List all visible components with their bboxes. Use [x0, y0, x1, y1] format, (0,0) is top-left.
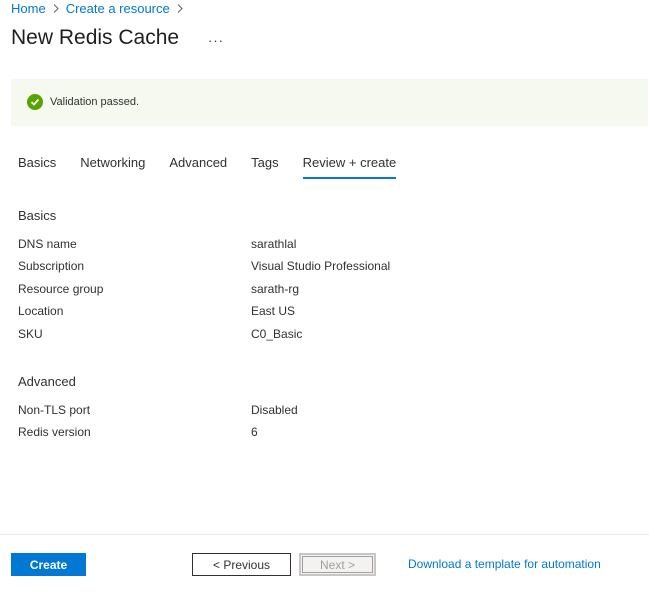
validation-message: Validation passed.	[50, 96, 140, 108]
validation-banner: Validation passed.	[11, 79, 648, 126]
field-value-redis-version: 6	[251, 425, 258, 439]
tab-bar: Basics Networking Advanced Tags Review +…	[18, 155, 420, 179]
footer-divider	[0, 534, 649, 535]
breadcrumb-create-resource[interactable]: Create a resource	[66, 1, 170, 16]
chevron-right-icon	[177, 2, 183, 16]
tab-review-create[interactable]: Review + create	[302, 155, 396, 179]
field-value-dns-name: sarathlal	[251, 237, 297, 251]
checkmark-circle-icon	[27, 94, 43, 110]
field-label-dns-name: DNS name	[18, 237, 77, 251]
next-button: Next >	[299, 553, 376, 576]
field-value-non-tls-port: Disabled	[251, 403, 298, 417]
tab-advanced[interactable]: Advanced	[169, 155, 227, 179]
field-label-redis-version: Redis version	[18, 425, 91, 439]
field-value-subscription: Visual Studio Professional	[251, 259, 391, 273]
field-label-non-tls-port: Non-TLS port	[18, 403, 91, 417]
create-button[interactable]: Create	[11, 553, 86, 576]
page-title: New Redis Cache	[11, 26, 180, 49]
download-template-link[interactable]: Download a template for automation	[408, 557, 601, 571]
section-heading-basics: Basics	[18, 208, 57, 223]
breadcrumb-home[interactable]: Home	[11, 1, 46, 16]
field-label-location: Location	[18, 304, 64, 318]
field-value-sku: C0_Basic	[251, 327, 303, 341]
chevron-right-icon	[53, 2, 59, 16]
field-label-subscription: Subscription	[18, 259, 85, 273]
field-label-sku: SKU	[18, 327, 43, 341]
tab-tags[interactable]: Tags	[251, 155, 278, 179]
field-value-resource-group: sarath-rg	[251, 282, 300, 296]
tab-basics[interactable]: Basics	[18, 155, 56, 179]
more-options-icon[interactable]: ···	[208, 33, 224, 48]
field-label-resource-group: Resource group	[18, 282, 104, 296]
section-heading-advanced: Advanced	[18, 374, 76, 389]
previous-button[interactable]: < Previous	[192, 553, 291, 576]
breadcrumb: Home Create a resource	[11, 1, 190, 16]
field-value-location: East US	[251, 304, 296, 318]
tab-networking[interactable]: Networking	[80, 155, 145, 179]
